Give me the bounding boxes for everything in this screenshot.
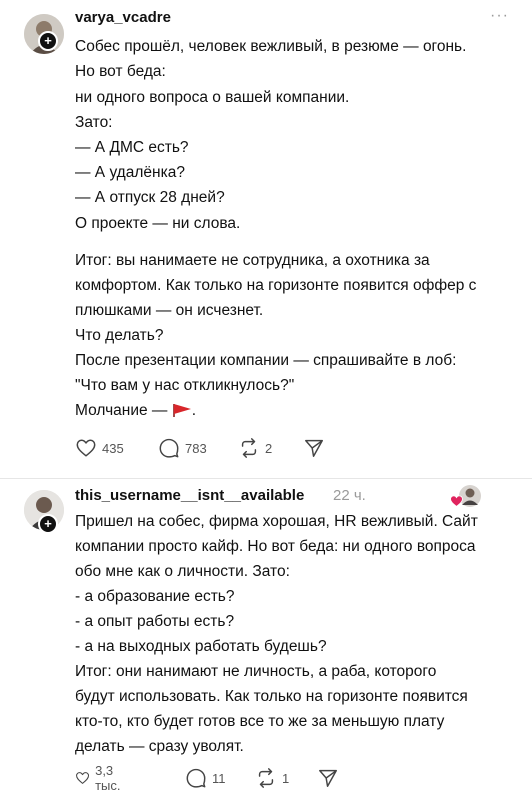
post-text-line: кто-то, кто будет готов все то же за мен… xyxy=(75,713,445,730)
send-icon xyxy=(319,769,337,787)
post-text-line: Итог: они нанимают не личность, а раба, … xyxy=(75,663,437,680)
post-text-line: - а на выходных работать будешь? xyxy=(75,638,327,655)
repost-button[interactable]: 1 xyxy=(255,766,289,790)
post-text-line: обо мне как о личности. Зато: xyxy=(75,563,290,580)
repost-count: 1 xyxy=(282,770,290,786)
post-this-username: + this_username__isnt__available 22 ч. П… xyxy=(0,0,532,800)
repost-icon xyxy=(258,768,274,788)
like-button[interactable]: 3,3 тыс. xyxy=(75,763,127,793)
comment-button[interactable]: 11 xyxy=(185,766,226,790)
share-button[interactable] xyxy=(317,766,339,790)
follow-plus-icon[interactable]: + xyxy=(38,514,58,534)
heart-icon xyxy=(450,495,463,507)
post-text-line: будут использовать. Как только на горизо… xyxy=(75,688,468,705)
post-text-line: - а образование есть? xyxy=(75,588,235,605)
post-text-line: компании просто кайф. Но вот беда: ни од… xyxy=(75,538,476,555)
username[interactable]: this_username__isnt__available xyxy=(75,487,304,504)
comment-count: 11 xyxy=(212,770,226,786)
like-count: 3,3 тыс. xyxy=(95,763,121,793)
post-text-line: - а опыт работы есть? xyxy=(75,613,235,630)
post-text-line: Пришел на собес, фирма хорошая, HR вежли… xyxy=(75,513,478,530)
post-time: 22 ч. xyxy=(333,487,366,504)
post-text-line: делать — сразу уволят. xyxy=(75,738,244,755)
liked-by-author-badge xyxy=(448,484,482,508)
comment-icon xyxy=(186,768,206,788)
heart-icon xyxy=(76,772,90,784)
